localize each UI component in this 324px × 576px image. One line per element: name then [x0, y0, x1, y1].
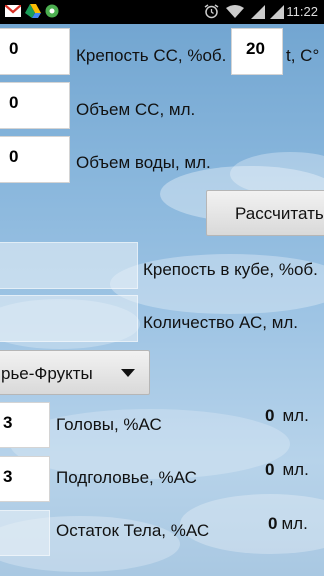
- status-bar: 11:22: [0, 0, 324, 24]
- strength-ss-label: Крепость СС, %об.: [76, 46, 227, 65]
- as-quantity-label: Количество АС, мл.: [143, 313, 299, 332]
- body-rest-label: Остаток Тела, %АС: [56, 521, 210, 540]
- gmail-icon: [5, 5, 21, 17]
- temperature-label: t, C°: [286, 46, 320, 65]
- dropdown-arrow-icon: [121, 369, 135, 377]
- volume-ss-input[interactable]: 0: [0, 82, 70, 129]
- temperature-input[interactable]: 20: [231, 28, 283, 75]
- cube-strength-output: [0, 242, 138, 289]
- volume-water-input[interactable]: 0: [0, 136, 70, 183]
- signal-icon: [251, 5, 265, 19]
- heads-ml-value: 0 мл.: [265, 406, 309, 425]
- raw-material-select[interactable]: рье-Фрукты: [0, 350, 150, 395]
- volume-water-label: Объем воды, мл.: [76, 153, 211, 172]
- body-rest-percent-input[interactable]: [0, 510, 50, 556]
- app-icon: [45, 4, 59, 18]
- drive-icon: [25, 4, 41, 18]
- heads-label: Головы, %АС: [56, 415, 162, 434]
- heads-percent-input[interactable]: 3: [0, 402, 50, 448]
- signal-icon: [270, 5, 284, 19]
- volume-ss-label: Объем СС, мл.: [76, 100, 196, 119]
- pre-heads-ml-value: 0 мл.: [265, 460, 309, 479]
- strength-ss-input[interactable]: 0: [0, 28, 70, 75]
- body-rest-ml-value: 0 мл.: [268, 514, 308, 533]
- wifi-icon: [226, 5, 244, 18]
- pre-heads-label: Подголовье, %АС: [56, 468, 197, 487]
- alarm-icon: [204, 4, 219, 19]
- as-quantity-output: [0, 295, 138, 342]
- clock: 11:22: [286, 4, 318, 19]
- calculate-button[interactable]: Рассчитать: [206, 190, 324, 236]
- pre-heads-percent-input[interactable]: 3: [0, 456, 50, 502]
- cube-strength-label: Крепость в кубе, %об.: [143, 260, 318, 279]
